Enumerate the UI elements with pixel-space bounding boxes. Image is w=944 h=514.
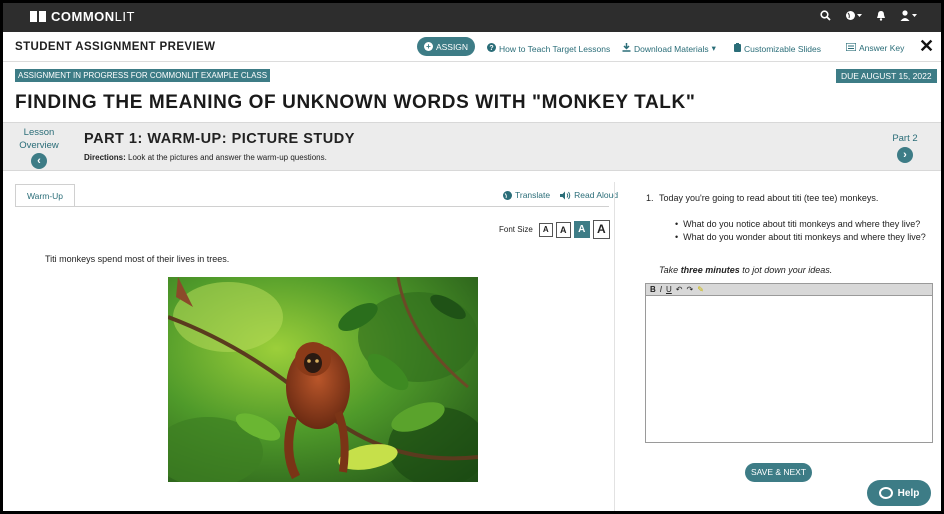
close-icon[interactable]: ✕ <box>919 37 934 55</box>
passage-text: Titi monkeys spend most of their lives i… <box>45 254 230 264</box>
question-bullet: What do you notice about titi monkeys an… <box>675 219 920 229</box>
instruction-text: Take three minutes to jot down your idea… <box>659 265 832 275</box>
question-circle-icon: ? <box>487 43 496 54</box>
bold-button[interactable]: B <box>650 285 656 294</box>
take-post: to jot down your ideas. <box>739 265 833 275</box>
download-icon <box>622 43 631 54</box>
assignment-status-badge: ASSIGNMENT IN PROGRESS FOR COMMONLIT EXA… <box>15 69 271 82</box>
redo-icon[interactable]: ↷ <box>687 285 694 294</box>
globe-icon[interactable] <box>845 10 862 25</box>
slides-label: Customizable Slides <box>744 43 822 54</box>
reading-tools: Translate Read Aloud <box>503 190 618 200</box>
globe-icon <box>503 190 512 200</box>
panel-divider <box>614 182 615 511</box>
answer-key-link[interactable]: Answer Key <box>845 42 905 53</box>
overview-label-1: Lesson <box>23 127 55 138</box>
download-label: Download Materials <box>634 43 709 54</box>
part-title: PART 1: WARM-UP: PICTURE STUDY <box>84 131 355 147</box>
help-button[interactable]: Help <box>867 480 931 506</box>
take-bold: three minutes <box>680 265 740 275</box>
svg-text:?: ? <box>489 45 493 52</box>
user-icon[interactable] <box>900 10 917 25</box>
highlight-icon[interactable]: ✎ <box>697 285 704 294</box>
next-part-label: Part 2 <box>892 133 918 144</box>
undo-icon[interactable]: ↶ <box>676 285 683 294</box>
answer-key-label: Answer Key <box>859 43 905 53</box>
book-icon <box>30 10 46 23</box>
top-nav: COMMON LIT <box>3 3 941 32</box>
key-list-icon <box>845 42 857 53</box>
take-pre: Take <box>659 265 681 275</box>
download-materials-link[interactable]: Download Materials ▾ <box>622 43 716 54</box>
bell-icon[interactable] <box>876 10 886 25</box>
tab-warm-up[interactable]: Warm-Up <box>15 184 75 207</box>
assign-label: ASSIGN <box>435 41 469 52</box>
lesson-title: FINDING THE MEANING OF UNKNOWN WORDS WIT… <box>15 92 696 113</box>
tab-divider <box>15 206 609 207</box>
app-frame: COMMON LIT STUDENT ASSIGNMENT PREVIEW + A… <box>3 3 941 511</box>
directions-label: Directions: <box>84 153 126 162</box>
caret-down-icon: ▾ <box>711 43 716 53</box>
overview-label-2: Overview <box>19 140 59 151</box>
question-number: 1. <box>646 193 654 203</box>
search-icon[interactable] <box>820 10 831 25</box>
plus-icon: + <box>423 42 433 51</box>
translate-label: Translate <box>515 190 551 200</box>
read-aloud-label: Read Aloud <box>574 190 619 200</box>
preview-title: STUDENT ASSIGNMENT PREVIEW <box>15 41 216 53</box>
clipboard-icon <box>734 43 741 54</box>
nav-icons <box>820 10 917 25</box>
directions-text: Look at the pictures and answer the warm… <box>128 153 327 162</box>
speaker-icon <box>560 191 571 199</box>
preview-bar: STUDENT ASSIGNMENT PREVIEW + ASSIGN ? Ho… <box>3 32 941 62</box>
next-part-button[interactable]: Part 2 › <box>885 133 925 163</box>
assign-button[interactable]: + ASSIGN <box>417 37 475 56</box>
directions: Directions: Look at the pictures and ans… <box>84 153 327 162</box>
part-bar: Lesson Overview ‹ PART 1: WARM-UP: PICTU… <box>3 122 941 171</box>
font-size-control: Font Size A A A A <box>499 220 610 239</box>
chat-bubble-icon <box>878 487 893 499</box>
titi-monkey-photo <box>168 277 478 482</box>
brand-common: COMMON <box>51 9 115 24</box>
chevron-right-icon: › <box>897 147 913 163</box>
question-text: Today you're going to read about titi (t… <box>659 193 879 203</box>
commonlit-logo[interactable]: COMMON LIT <box>30 9 135 24</box>
question-bullet: What do you wonder about titi monkeys an… <box>675 232 926 242</box>
font-size-option-3-selected[interactable]: A <box>573 221 590 238</box>
italic-button[interactable]: I <box>660 285 662 294</box>
font-size-label: Font Size <box>499 225 533 234</box>
font-size-option-4[interactable]: A <box>592 220 610 239</box>
underline-button[interactable]: U <box>666 285 672 294</box>
lesson-overview-button[interactable]: Lesson Overview ‹ <box>15 126 63 169</box>
answer-editor[interactable]: B I U ↶ ↷ ✎ <box>645 283 933 443</box>
due-date-badge: DUE AUGUST 15, 2022 <box>836 69 937 83</box>
translate-button[interactable]: Translate <box>503 190 550 200</box>
how-to-teach-link[interactable]: ? How to Teach Target Lessons <box>487 43 610 54</box>
read-aloud-button[interactable]: Read Aloud <box>560 190 618 200</box>
font-size-option-1[interactable]: A <box>538 222 553 237</box>
save-next-button[interactable]: SAVE & NEXT <box>745 463 812 482</box>
customizable-slides-link[interactable]: Customizable Slides <box>734 43 821 54</box>
how-to-teach-label: How to Teach Target Lessons <box>499 43 611 54</box>
brand-lit: LIT <box>114 9 135 24</box>
font-size-option-2[interactable]: A <box>555 221 571 238</box>
editor-toolbar: B I U ↶ ↷ ✎ <box>646 284 932 296</box>
chevron-left-icon: ‹ <box>31 153 47 169</box>
help-label: Help <box>897 487 920 499</box>
